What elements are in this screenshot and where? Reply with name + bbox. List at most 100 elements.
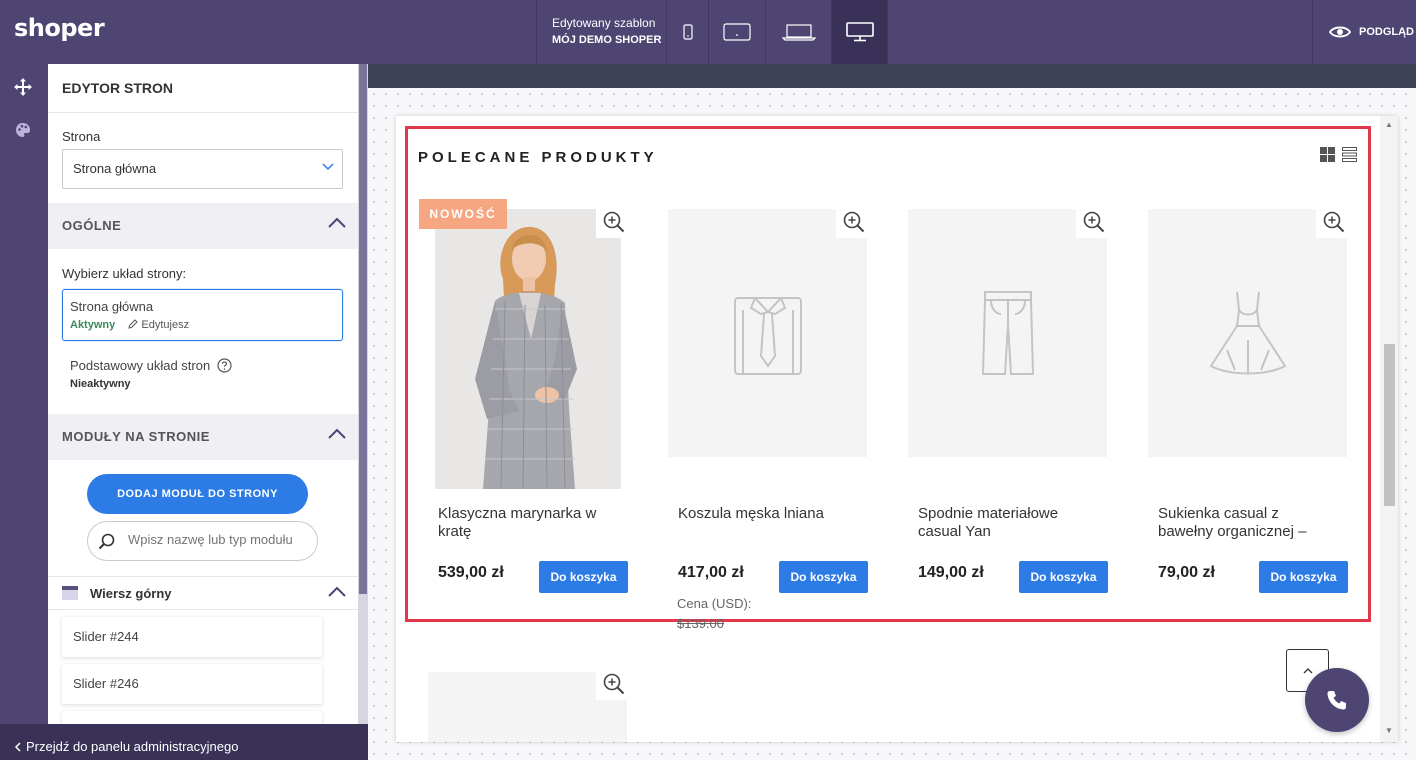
top-bar: shoper Edytowany szablon MÓJ DEMO SHOPER… bbox=[0, 0, 1416, 64]
shirt-icon bbox=[733, 297, 802, 375]
zoom-in-icon bbox=[1083, 211, 1105, 233]
page-select-value: Strona główna bbox=[73, 161, 157, 176]
device-tablet-button[interactable] bbox=[708, 0, 765, 64]
frame-scrollbar[interactable]: ▲ ▼ bbox=[1380, 116, 1398, 742]
grid-view-icon[interactable] bbox=[1320, 147, 1335, 162]
chevron-up-icon bbox=[328, 217, 346, 228]
layout-option-active[interactable]: Strona główna Aktywny Edytujesz bbox=[62, 289, 343, 341]
usd-price-value: $139.00 bbox=[677, 616, 724, 631]
scroll-up-arrow-icon[interactable]: ▲ bbox=[1385, 120, 1393, 129]
layout-label: Wybierz układ strony: bbox=[62, 266, 187, 281]
module-item[interactable] bbox=[62, 711, 322, 724]
phone-call-button[interactable] bbox=[1305, 668, 1369, 732]
device-mobile-button[interactable] bbox=[666, 0, 708, 64]
layout-status: Nieaktywny bbox=[70, 378, 131, 390]
zoom-in-icon bbox=[603, 673, 625, 695]
general-section-header[interactable]: OGÓLNE bbox=[48, 203, 358, 249]
add-to-cart-button[interactable]: Do koszyka bbox=[779, 561, 868, 593]
dress-icon bbox=[1209, 291, 1286, 375]
product-name[interactable]: Sukienka casual z bawełny organicznej – bbox=[1158, 505, 1338, 541]
mobile-icon bbox=[682, 24, 693, 40]
page-editor-panel: EDYTOR STRON Strona Strona główna OGÓLNE… bbox=[48, 64, 358, 724]
product-name[interactable]: Klasyczna marynarka w kratę bbox=[438, 505, 618, 541]
layout-option-inactive[interactable]: Podstawowy układ stron Nieaktywny bbox=[70, 358, 232, 390]
top-row-header[interactable]: Wiersz górny bbox=[48, 576, 358, 610]
panel-title: EDYTOR STRON bbox=[48, 64, 358, 113]
chevron-left-icon bbox=[14, 742, 21, 752]
add-to-cart-button[interactable]: Do koszyka bbox=[539, 561, 628, 593]
scroll-down-arrow-icon[interactable]: ▼ bbox=[1385, 726, 1393, 735]
theme-tool-button[interactable] bbox=[12, 119, 34, 141]
trousers-icon bbox=[981, 291, 1034, 375]
preview-button[interactable]: PODGLĄD bbox=[1312, 0, 1416, 64]
shoper-logo[interactable]: shoper bbox=[14, 14, 105, 42]
product-image[interactable] bbox=[435, 209, 621, 489]
chevron-up-icon bbox=[1303, 667, 1312, 673]
template-label: Edytowany szablon bbox=[552, 16, 656, 30]
palette-icon bbox=[16, 123, 30, 137]
quick-view-button[interactable] bbox=[596, 668, 632, 700]
module-search[interactable] bbox=[87, 521, 318, 561]
help-icon[interactable] bbox=[217, 358, 232, 373]
layout-name: Podstawowy układ stron bbox=[70, 358, 211, 373]
panel-scrollbar[interactable] bbox=[358, 64, 368, 724]
device-desktop-button[interactable] bbox=[831, 0, 888, 64]
quick-view-button[interactable] bbox=[836, 206, 872, 238]
eye-icon bbox=[1329, 26, 1351, 38]
section-title: POLECANE PRODUKTY bbox=[418, 149, 658, 166]
preview-label: PODGLĄD bbox=[1359, 26, 1414, 38]
add-to-cart-button[interactable]: Do koszyka bbox=[1019, 561, 1108, 593]
back-to-admin-label: Przejdź do panelu administracyjnego bbox=[26, 739, 239, 754]
chevron-up-icon bbox=[328, 428, 346, 439]
template-name: MÓJ DEMO SHOPER bbox=[552, 34, 662, 46]
phone-icon bbox=[1327, 691, 1346, 710]
tablet-icon bbox=[723, 23, 751, 41]
move-icon bbox=[14, 78, 32, 96]
left-rail bbox=[0, 64, 48, 724]
zoom-in-icon bbox=[1323, 211, 1345, 233]
template-info: Edytowany szablon MÓJ DEMO SHOPER bbox=[536, 0, 666, 64]
quick-view-button[interactable] bbox=[596, 206, 632, 238]
product-price: 539,00 zł bbox=[438, 564, 504, 581]
page-preview-frame: POLECANE PRODUKTY NOWOŚĆ Klasyczna maryn… bbox=[396, 116, 1398, 742]
product-price: 417,00 zł bbox=[678, 564, 744, 581]
new-badge: NOWOŚĆ bbox=[419, 199, 507, 229]
usd-price-label: Cena (USD): bbox=[677, 596, 752, 611]
chevron-down-icon bbox=[322, 163, 334, 171]
device-laptop-button[interactable] bbox=[765, 0, 831, 64]
zoom-in-icon bbox=[603, 211, 625, 233]
page-select[interactable]: Strona główna bbox=[62, 149, 343, 189]
preview-canvas: POLECANE PRODUKTY NOWOŚĆ Klasyczna maryn… bbox=[368, 64, 1416, 760]
product-price: 79,00 zł bbox=[1158, 564, 1215, 581]
add-to-cart-button[interactable]: Do koszyka bbox=[1259, 561, 1348, 593]
pencil-icon bbox=[128, 319, 139, 329]
woman-in-plaid-blazer bbox=[435, 209, 621, 489]
desktop-icon bbox=[845, 22, 874, 42]
add-module-button[interactable]: DODAJ MODUŁ DO STRONY bbox=[87, 474, 308, 514]
product-image[interactable] bbox=[668, 209, 867, 457]
list-view-icon[interactable] bbox=[1342, 147, 1357, 162]
laptop-icon bbox=[781, 24, 816, 41]
product-name[interactable]: Spodnie materiałowe casual Yan bbox=[918, 505, 1098, 541]
quick-view-button[interactable] bbox=[1076, 206, 1112, 238]
module-search-input[interactable] bbox=[128, 532, 308, 547]
layout-status: Aktywny bbox=[70, 319, 116, 331]
quick-view-button[interactable] bbox=[1316, 206, 1352, 238]
layout-edit-label: Edytujesz bbox=[141, 319, 190, 331]
product-image[interactable] bbox=[1148, 209, 1347, 457]
move-tool-button[interactable] bbox=[12, 76, 34, 98]
canvas-header-strip bbox=[368, 64, 1416, 88]
chevron-up-icon bbox=[328, 586, 346, 597]
modules-section-header[interactable]: MODUŁY NA STRONIE bbox=[48, 414, 358, 460]
back-to-admin-link[interactable]: Przejdź do panelu administracyjnego bbox=[0, 724, 368, 760]
panel-scrollbar-thumb[interactable] bbox=[359, 64, 367, 594]
product-name[interactable]: Koszula męska lniana bbox=[678, 505, 858, 523]
top-row-title: Wiersz górny bbox=[90, 586, 172, 601]
layout-name: Strona główna bbox=[70, 299, 154, 314]
module-item[interactable]: Slider #244 bbox=[62, 617, 322, 657]
module-item[interactable]: Slider #246 bbox=[62, 664, 322, 704]
frame-scrollbar-thumb[interactable] bbox=[1384, 344, 1395, 506]
modules-section-title: MODUŁY NA STRONIE bbox=[62, 429, 210, 444]
search-icon bbox=[98, 533, 115, 550]
product-image[interactable] bbox=[908, 209, 1107, 457]
